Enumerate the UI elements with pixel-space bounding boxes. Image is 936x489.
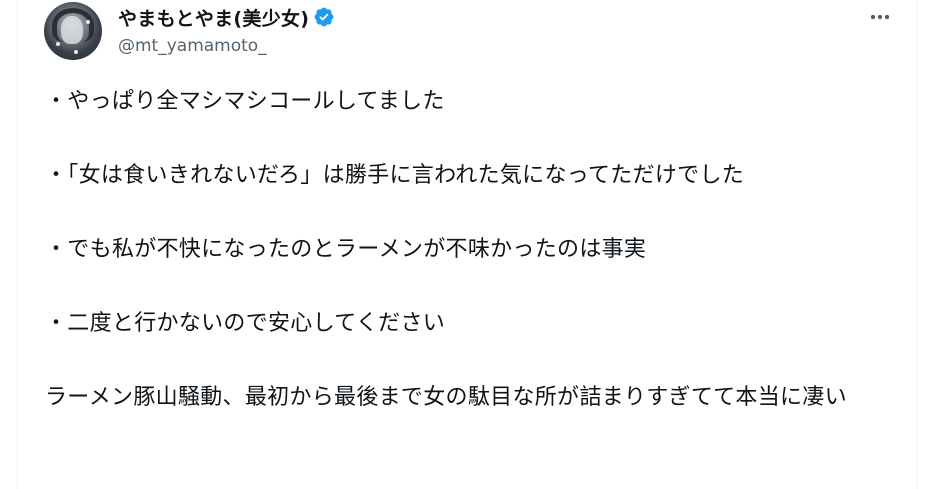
tweet-paragraph: ラーメン豚山騒動、最初から最後まで女の駄目な所が詰まりすぎてて本当に凄い xyxy=(45,385,847,410)
tweet-line: ・でも私が不快になったのとラーメンが不味かったのは事実 xyxy=(45,237,647,262)
tweet-line: ・二度と行かないので安心してください xyxy=(45,311,446,336)
verified-badge-icon xyxy=(314,7,334,27)
avatar-sparkle xyxy=(74,50,78,54)
more-button[interactable] xyxy=(864,4,896,30)
more-horizontal-icon xyxy=(870,14,890,20)
display-name[interactable]: やまもとやま(美少女) xyxy=(118,4,309,31)
avatar-sparkle xyxy=(86,20,90,24)
tweet-line: ・やっぱり全マシマシコールしてました xyxy=(45,89,445,114)
tweet-text: ・やっぱり全マシマシコールしてました ・「女は食いきれないだろ」は勝手に言われた… xyxy=(45,86,905,414)
avatar[interactable] xyxy=(44,2,102,60)
author-name-row[interactable]: やまもとやま(美少女) xyxy=(118,4,335,30)
author-handle[interactable]: @mt_yamamoto_ xyxy=(118,36,267,56)
avatar-face xyxy=(61,16,83,44)
tweet-line: ・「女は食いきれないだろ」は勝手に言われた気になってただけでした xyxy=(45,163,745,188)
avatar-sparkle xyxy=(56,42,60,46)
